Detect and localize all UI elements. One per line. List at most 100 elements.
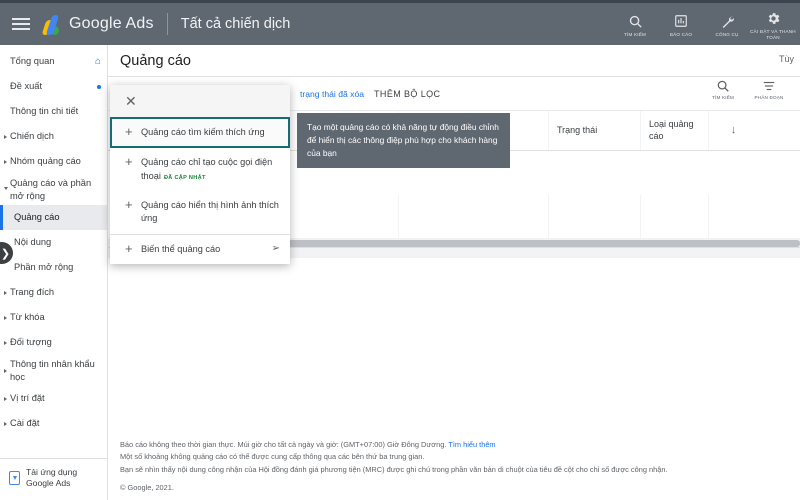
sidebar-item-label: Phần mở rộng	[14, 261, 101, 274]
page-header: Quảng cáo Tùy	[108, 45, 800, 77]
topbar-action-reports[interactable]: BÁO CÁO	[658, 10, 704, 38]
filter-chip-deleted-status[interactable]: trạng thái đã xóa	[300, 89, 364, 99]
dropdown-item-label: Quảng cáo hiển thị hình ảnh thích ứng	[141, 199, 280, 226]
dropdown-item-ad-variations[interactable]: + Biến thể quảng cáo ➢	[110, 235, 290, 264]
footer-line-1-text: Báo cáo không theo thời gian thực. Múi g…	[120, 440, 448, 449]
brand-name: Google Ads	[69, 15, 154, 33]
plus-icon: +	[125, 155, 141, 169]
google-ads-logo	[44, 13, 60, 35]
table-column-status[interactable]: Trạng thái	[548, 111, 640, 150]
sidebar-item-label: Chiến dịch	[10, 130, 101, 143]
chevron-right-icon	[4, 341, 7, 345]
account-selector-label[interactable]: Tất cả chiến dịch	[181, 16, 291, 32]
footer-line-3: Bạn sẽ nhìn thấy nội dung công nhận của …	[120, 464, 800, 476]
dropdown-item-label: Quảng cáo chỉ tạo cuộc gọi điện thoạiĐÃ …	[141, 156, 280, 183]
chevron-right-icon	[4, 135, 7, 139]
ad-type-tooltip: Tạo một quảng cáo có khả năng tự động đi…	[297, 113, 510, 168]
sidebar-item-quang-cao-va-phan-mo-rong[interactable]: Quảng cáo và phần mở rộng	[0, 174, 107, 205]
chevron-down-icon	[4, 187, 8, 192]
chevron-right-icon	[4, 316, 7, 320]
chevron-right-icon	[4, 422, 7, 426]
topbar-action-search-label: TÌM KIẾM	[624, 32, 646, 38]
chevron-right-icon	[4, 397, 7, 401]
sidebar-item-nhom-quang-cao[interactable]: Nhóm quảng cáo	[0, 149, 107, 174]
sidebar-item-label: Quảng cáo và phần mở rộng	[10, 177, 101, 202]
sidebar-item-label: Nội dung	[14, 236, 101, 249]
sidebar-item-label: Trang đích	[10, 286, 101, 299]
close-icon[interactable]: ✕	[125, 94, 137, 108]
table-search-label: TÌM KIẾM	[712, 95, 734, 100]
notification-dot-icon	[97, 85, 101, 89]
page-title: Quảng cáo	[120, 53, 191, 69]
topbar-actions: TÌM KIẾM BÁO CÁO CÔNG CỤ	[612, 2, 800, 47]
segment-icon	[762, 79, 776, 93]
left-navigation-sidebar: Tổng quan ⌂ Đề xuất Thông tin chi tiết C…	[0, 45, 108, 500]
sidebar-item-cai-dat[interactable]: Cài đặt	[0, 411, 107, 436]
footer-line-2: Một số khoảng không quảng cáo có thể đượ…	[120, 451, 800, 463]
sidebar-item-label: Cài đặt	[10, 417, 101, 430]
download-google-ads-app-link[interactable]: Tải ứng dụng Google Ads	[0, 458, 107, 500]
external-link-icon: ➢	[272, 243, 280, 254]
topbar-action-reports-label: BÁO CÁO	[670, 32, 692, 38]
table-search-button[interactable]: TÌM KIẾM	[700, 79, 746, 100]
scrollbar-thumb[interactable]	[204, 240, 800, 247]
sidebar-item-doi-tuong[interactable]: Đối tượng	[0, 330, 107, 355]
sidebar-item-label: Thông tin nhân khẩu học	[10, 358, 101, 383]
sidebar-item-thong-tin-chi-tiet[interactable]: Thông tin chi tiết	[0, 99, 107, 124]
top-app-bar: Google Ads Tất cả chiến dịch TÌM KIẾM	[0, 0, 800, 45]
google-ads-app-window: Google Ads Tất cả chiến dịch TÌM KIẾM	[0, 0, 800, 500]
search-icon	[716, 79, 730, 93]
dropdown-item-responsive-display-ad[interactable]: + Quảng cáo hiển thị hình ảnh thích ứng	[110, 191, 290, 234]
nav-list: Tổng quan ⌂ Đề xuất Thông tin chi tiết C…	[0, 45, 107, 436]
chevron-right-icon: ❯	[1, 247, 10, 260]
chevron-right-icon	[4, 291, 7, 295]
sidebar-item-de-xuat[interactable]: Đề xuất	[0, 74, 107, 99]
table-column-ad-type[interactable]: Loại quảng cáo	[640, 111, 708, 150]
sidebar-item-label: Nhóm quảng cáo	[10, 155, 101, 168]
hamburger-menu-icon[interactable]	[12, 15, 30, 33]
sidebar-item-phan-mo-rong[interactable]: Phần mở rộng	[0, 255, 107, 280]
sidebar-item-vi-tri-dat[interactable]: Vị trí đặt	[0, 386, 107, 411]
sidebar-item-thong-tin-nhan-khau-hoc[interactable]: Thông tin nhân khẩu học	[0, 355, 107, 386]
updated-badge: ĐÃ CẬP NHẬT	[164, 175, 206, 181]
filter-toolbar-tools: TÌM KIẾM PHÂN ĐOẠN	[700, 79, 792, 100]
reports-icon	[674, 13, 688, 30]
topbar-action-search[interactable]: TÌM KIẾM	[612, 10, 658, 38]
dropdown-item-label: Biến thể quảng cáo	[141, 243, 220, 256]
add-filter-button[interactable]: THÊM BỘ LỌC	[374, 89, 440, 99]
table-sort-indicator[interactable]: ↓	[708, 111, 758, 150]
topbar-action-tools[interactable]: CÔNG CỤ	[704, 10, 750, 38]
segment-button[interactable]: PHÂN ĐOẠN	[746, 79, 792, 100]
dropdown-item-responsive-search-ad[interactable]: + Quảng cáo tìm kiếm thích ứng	[110, 117, 290, 148]
sidebar-item-label: Vị trí đặt	[10, 392, 101, 405]
topbar-action-settings-label: CÀI ĐẶT VÀ THANH TOÁN	[750, 29, 796, 41]
learn-more-link[interactable]: Tìm hiểu thêm	[448, 440, 495, 449]
dropdown-item-call-only-ad[interactable]: + Quảng cáo chỉ tạo cuộc gọi điện thoạiĐ…	[110, 148, 290, 191]
sidebar-item-label: Thông tin chi tiết	[10, 105, 101, 118]
chevron-right-icon	[4, 160, 7, 164]
brand-divider	[167, 13, 168, 35]
segment-label: PHÂN ĐOẠN	[754, 95, 783, 100]
sidebar-item-label: Tổng quan	[10, 55, 91, 68]
page-footer: Báo cáo không theo thời gian thực. Múi g…	[108, 439, 800, 500]
topbar-action-tools-label: CÔNG CỤ	[715, 32, 738, 38]
sidebar-item-label: Từ khóa	[10, 311, 101, 324]
sidebar-item-label: Đề xuất	[10, 80, 93, 93]
dropdown-item-label: Quảng cáo tìm kiếm thích ứng	[141, 126, 265, 139]
sidebar-item-trang-dich[interactable]: Trang đích	[0, 280, 107, 305]
topbar-action-settings[interactable]: CÀI ĐẶT VÀ THANH TOÁN	[750, 7, 796, 41]
sidebar-item-tu-khoa[interactable]: Từ khóa	[0, 305, 107, 330]
footer-line-1: Báo cáo không theo thời gian thực. Múi g…	[120, 439, 800, 451]
dropdown-close-row: ✕	[110, 85, 290, 117]
home-icon: ⌂	[95, 55, 101, 69]
sidebar-item-quang-cao[interactable]: Quảng cáo	[0, 205, 107, 230]
page-header-right-clipped[interactable]: Tùy	[779, 54, 794, 64]
settings-gear-icon	[766, 10, 781, 27]
plus-icon: +	[125, 125, 141, 139]
sidebar-item-noi-dung[interactable]: Nội dung	[0, 230, 107, 255]
sidebar-item-tong-quan[interactable]: Tổng quan ⌂	[0, 49, 107, 74]
plus-icon: +	[125, 198, 141, 212]
mobile-phone-icon	[9, 471, 20, 485]
sidebar-item-label: Quảng cáo	[14, 211, 101, 224]
sidebar-item-chien-dich[interactable]: Chiến dịch	[0, 124, 107, 149]
